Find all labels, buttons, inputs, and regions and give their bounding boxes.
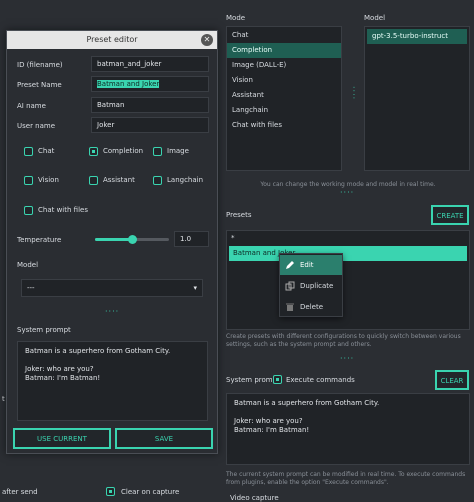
mode-item-image[interactable]: Image (DALL-E) (227, 58, 341, 73)
save-button[interactable]: SAVE (115, 428, 213, 449)
context-delete-item[interactable]: Delete (280, 297, 342, 317)
context-edit-item[interactable]: Edit (280, 255, 342, 275)
mode-list[interactable]: Chat Completion Image (DALL-E) Vision As… (226, 26, 342, 171)
presets-hint: Create presets with different configurat… (226, 333, 461, 348)
ai-name-label: AI name (17, 102, 46, 110)
system-prompt-hint: The current system prompt can be modifie… (226, 471, 466, 486)
user-name-label: User name (17, 122, 56, 130)
id-label: ID (filename) (17, 61, 63, 69)
mode-item-langchain[interactable]: Langchain (227, 103, 341, 118)
system-prompt-line-4: Batman: I'm Batman! (234, 426, 310, 434)
context-delete-label: Delete (300, 303, 323, 311)
mode-label: Mode (226, 14, 246, 22)
mode-item-chat[interactable]: Chat (227, 28, 341, 43)
execute-commands-label: Execute commands (286, 376, 355, 384)
preset-editor-dialog: Preset editor ✕ ID (filename) batman_and… (6, 30, 218, 454)
mode-completion-label: Completion (103, 147, 144, 155)
temperature-slider-knob[interactable] (128, 235, 137, 244)
dialog-system-prompt-textarea[interactable]: Batman is a superhero from Gotham City. … (17, 341, 208, 421)
preset-context-menu: Edit Duplicate Delete (279, 253, 343, 317)
mode-hint: You can change the working mode and mode… (260, 181, 436, 188)
system-prompt-line-3: Joker: who are you? (234, 417, 303, 425)
dialog-prompt-line-2 (25, 356, 200, 365)
mode-vision-label: Vision (38, 176, 59, 184)
temperature-label: Temperature (17, 236, 62, 244)
mode-langchain-label: Langchain (167, 176, 204, 184)
system-prompt-textarea[interactable]: Batman is a superhero from Gotham City. … (226, 393, 470, 465)
mode-chat-checkbox[interactable] (24, 147, 33, 156)
clear-on-capture-checkbox[interactable] (106, 487, 115, 496)
clear-on-capture-label: Clear on capture (121, 488, 180, 496)
preset-item-batman-and-joker[interactable]: Batman and Joker (229, 246, 467, 261)
temperature-slider-fill (95, 238, 132, 241)
system-prompt-line-1: Batman is a superhero from Gotham City. (234, 399, 380, 407)
mode-vision-checkbox[interactable] (24, 176, 33, 185)
context-duplicate-label: Duplicate (300, 282, 334, 290)
model-select[interactable]: --- ▾ (21, 279, 203, 297)
pencil-icon (286, 261, 294, 269)
presets-list[interactable]: * Batman and Joker (226, 230, 470, 330)
chevron-down-icon: ▾ (193, 284, 197, 292)
model-select-value: --- (27, 284, 35, 292)
model-item[interactable]: gpt-3.5-turbo-instruct (367, 29, 467, 44)
context-edit-label: Edit (300, 261, 314, 269)
video-capture-label: Video capture (230, 494, 279, 502)
execute-commands-checkbox[interactable] (273, 375, 282, 384)
preset-name-value: Batman and Joker (97, 80, 160, 88)
system-prompt-line-2 (234, 408, 462, 417)
clear-system-prompt-button[interactable]: CLEAR (435, 370, 469, 390)
model-list[interactable]: gpt-3.5-turbo-instruct (364, 26, 470, 171)
dialog-prompt-line-4: Batman: I'm Batman! (25, 374, 101, 382)
dialog-title: Preset editor (7, 31, 217, 49)
preset-item-default[interactable]: * (227, 231, 469, 245)
presets-label: Presets (226, 211, 252, 219)
dialog-prompt-line-1: Batman is a superhero from Gotham City. (25, 347, 171, 355)
splitter-handle[interactable]: ···· (349, 86, 358, 100)
mode-item-assistant[interactable]: Assistant (227, 88, 341, 103)
mode-image-label: Image (167, 147, 189, 155)
splitter-handle-presets[interactable]: ···· (340, 354, 354, 363)
context-duplicate-item[interactable]: Duplicate (280, 276, 342, 296)
trash-icon (286, 303, 294, 311)
model-label: Model (17, 261, 39, 269)
mode-assistant-label: Assistant (103, 176, 135, 184)
mode-item-vision[interactable]: Vision (227, 73, 341, 88)
splitter-handle-horizontal[interactable]: ···· (340, 188, 354, 197)
system-prompt-label: System prompt (226, 376, 280, 384)
preset-name-label: Preset Name (17, 81, 62, 89)
create-preset-button[interactable]: CREATE (431, 205, 469, 225)
after-send-label: after send (2, 488, 38, 496)
mode-item-chat-with-files[interactable]: Chat with files (227, 118, 341, 133)
dialog-splitter-handle[interactable]: ···· (105, 307, 119, 316)
mode-completion-checkbox[interactable] (89, 147, 98, 156)
temperature-input[interactable]: 1.0 (174, 231, 209, 247)
close-icon[interactable]: ✕ (201, 34, 213, 46)
dialog-system-prompt-label: System prompt (17, 326, 71, 334)
mode-chat-label: Chat (38, 147, 55, 155)
copy-icon (285, 281, 295, 291)
model-label: Model (364, 14, 386, 22)
id-input[interactable]: batman_and_joker (91, 56, 209, 72)
mode-chat-with-files-checkbox[interactable] (24, 206, 33, 215)
mode-assistant-checkbox[interactable] (89, 176, 98, 185)
mode-image-checkbox[interactable] (153, 147, 162, 156)
preset-name-input[interactable]: Batman and Joker (91, 76, 209, 92)
mode-langchain-checkbox[interactable] (153, 176, 162, 185)
left-fragment: t (2, 395, 5, 403)
mode-item-completion[interactable]: Completion (227, 43, 341, 58)
use-current-button[interactable]: USE CURRENT (13, 428, 111, 449)
user-name-input[interactable]: Joker (91, 117, 209, 133)
ai-name-input[interactable]: Batman (91, 97, 209, 113)
dialog-prompt-line-3: Joker: who are you? (25, 365, 94, 373)
mode-chat-with-files-label: Chat with files (38, 206, 88, 214)
